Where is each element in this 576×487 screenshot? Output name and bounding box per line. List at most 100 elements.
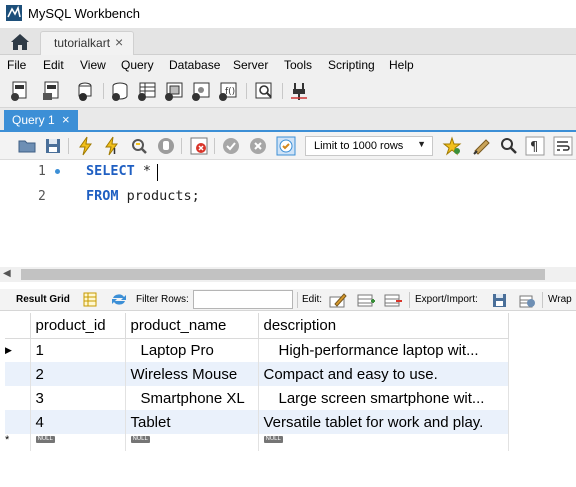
rollback-icon[interactable]: [248, 136, 268, 156]
refresh-icon[interactable]: [110, 292, 128, 307]
result-grid-label[interactable]: Result Grid: [16, 294, 70, 305]
cell-product-name[interactable]: Laptop Pro: [125, 338, 259, 362]
cell-new-product-name[interactable]: NULL: [125, 434, 259, 451]
add-snippet-icon[interactable]: [442, 136, 462, 156]
grid-view-icon[interactable]: [83, 292, 97, 307]
menu-query[interactable]: Query: [121, 58, 154, 72]
row-marker: [5, 386, 31, 410]
cell-new-product-id[interactable]: NULL: [30, 434, 126, 451]
table-row[interactable]: 4 Tablet Versatile tablet for work and p…: [5, 410, 509, 434]
line-number: 1: [38, 164, 46, 179]
save-icon[interactable]: [43, 136, 63, 156]
result-table: product_id product_name description ▶ 1 …: [5, 313, 509, 451]
beautify-icon[interactable]: [472, 136, 492, 156]
table-row[interactable]: 2 Wireless Mouse Compact and easy to use…: [5, 362, 509, 386]
explain-icon[interactable]: [129, 136, 149, 156]
column-header-description[interactable]: description: [258, 313, 509, 339]
editor-toolbar: I Limit to 1000 rows ▼ ¶: [0, 132, 576, 160]
cell-description[interactable]: Large screen smartphone wit...: [258, 386, 509, 410]
svg-text:¶: ¶: [530, 140, 538, 155]
inspector-icon[interactable]: [74, 80, 96, 102]
word-wrap-icon[interactable]: [553, 136, 573, 156]
scrollbar-thumb[interactable]: [21, 269, 545, 280]
code-line[interactable]: FROM products;: [86, 188, 200, 204]
scroll-left-icon[interactable]: ◀: [3, 268, 11, 279]
cell-new-description[interactable]: NULL: [258, 434, 509, 451]
new-row-marker: *: [5, 434, 31, 451]
create-schema-icon[interactable]: [109, 80, 131, 102]
stop-on-error-icon[interactable]: [189, 136, 209, 156]
new-row[interactable]: * NULL NULL NULL: [5, 434, 509, 451]
sql-editor[interactable]: 1 SELECT * 2 FROM products;: [0, 160, 576, 267]
execute-icon[interactable]: [76, 136, 96, 156]
table-row[interactable]: 3 Smartphone XL Large screen smartphone …: [5, 386, 509, 410]
table-header-row: product_id product_name description: [5, 313, 509, 339]
row-header-corner: [5, 313, 31, 339]
edit-row-icon[interactable]: [329, 292, 347, 308]
wrap-label[interactable]: Wrap: [548, 294, 572, 305]
cell-product-name[interactable]: Smartphone XL: [125, 386, 259, 410]
new-sql-tab-icon[interactable]: [9, 80, 31, 102]
table-row[interactable]: ▶ 1 Laptop Pro High-performance laptop w…: [5, 338, 509, 362]
cell-product-id[interactable]: 1: [30, 338, 126, 362]
column-header-product-name[interactable]: product_name: [125, 313, 259, 339]
cell-product-id[interactable]: 4: [30, 410, 126, 434]
menu-help[interactable]: Help: [389, 58, 414, 72]
close-icon[interactable]: ×: [115, 34, 123, 50]
menu-edit[interactable]: Edit: [43, 58, 64, 72]
cell-product-name[interactable]: Tablet: [125, 410, 259, 434]
query-tab[interactable]: Query 1 ×: [4, 110, 78, 132]
cell-product-id[interactable]: 2: [30, 362, 126, 386]
search-table-data-icon[interactable]: [253, 80, 275, 102]
code-line[interactable]: SELECT *: [86, 163, 151, 179]
cell-product-id[interactable]: 3: [30, 386, 126, 410]
insert-row-icon[interactable]: [357, 292, 375, 308]
menu-view[interactable]: View: [80, 58, 106, 72]
result-toolbar: Result Grid Filter Rows: Edit: Export/Im…: [0, 289, 576, 311]
limit-rows-select[interactable]: Limit to 1000 rows ▼: [305, 136, 433, 156]
menu-database[interactable]: Database: [169, 58, 220, 72]
column-header-product-id[interactable]: product_id: [30, 313, 126, 339]
create-table-icon[interactable]: [136, 80, 158, 102]
cell-description[interactable]: Versatile tablet for work and play.: [258, 410, 509, 434]
cell-description[interactable]: High-performance laptop wit...: [258, 338, 509, 362]
close-icon[interactable]: ×: [62, 112, 70, 127]
create-function-icon[interactable]: f(): [217, 80, 239, 102]
connection-tab[interactable]: tutorialkart ×: [40, 31, 134, 55]
menu-scripting[interactable]: Scripting: [328, 58, 375, 72]
query-tab-bar: Query 1 ×: [0, 108, 576, 132]
editor-horizontal-scrollbar[interactable]: ◀: [0, 267, 576, 282]
menu-server[interactable]: Server: [233, 58, 268, 72]
toolbar-separator: [214, 138, 215, 154]
svg-text:I: I: [113, 147, 116, 156]
filter-rows-label: Filter Rows:: [136, 294, 189, 305]
filter-rows-input[interactable]: [193, 290, 293, 309]
open-file-icon[interactable]: [17, 136, 37, 156]
open-sql-script-icon[interactable]: [41, 80, 63, 102]
cell-description[interactable]: Compact and easy to use.: [258, 362, 509, 386]
toolbar-separator: [282, 83, 283, 99]
menu-file[interactable]: File: [7, 58, 26, 72]
reconnect-icon[interactable]: [288, 80, 310, 102]
autocommit-toggle-icon[interactable]: [276, 136, 296, 156]
execute-current-icon[interactable]: I: [102, 136, 122, 156]
sql-text: *: [134, 163, 152, 179]
mysql-workbench-icon: [6, 5, 22, 21]
import-icon[interactable]: [518, 292, 536, 308]
row-marker: [5, 362, 31, 386]
home-icon[interactable]: [8, 32, 32, 52]
cell-product-name[interactable]: Wireless Mouse: [125, 362, 259, 386]
menu-tools[interactable]: Tools: [284, 58, 312, 72]
delete-row-icon[interactable]: [384, 292, 402, 308]
menu-bar: File Edit View Query Database Server Too…: [0, 55, 576, 75]
stop-icon[interactable]: [156, 136, 176, 156]
find-icon[interactable]: [499, 136, 519, 156]
create-view-icon[interactable]: [163, 80, 185, 102]
sql-keyword: FROM: [86, 188, 119, 204]
create-procedure-icon[interactable]: [190, 80, 212, 102]
result-grid[interactable]: product_id product_name description ▶ 1 …: [0, 311, 576, 487]
export-import-label: Export/Import:: [415, 294, 478, 305]
export-icon[interactable]: [491, 292, 509, 308]
commit-icon[interactable]: [221, 136, 241, 156]
invisible-characters-icon[interactable]: ¶: [525, 136, 545, 156]
